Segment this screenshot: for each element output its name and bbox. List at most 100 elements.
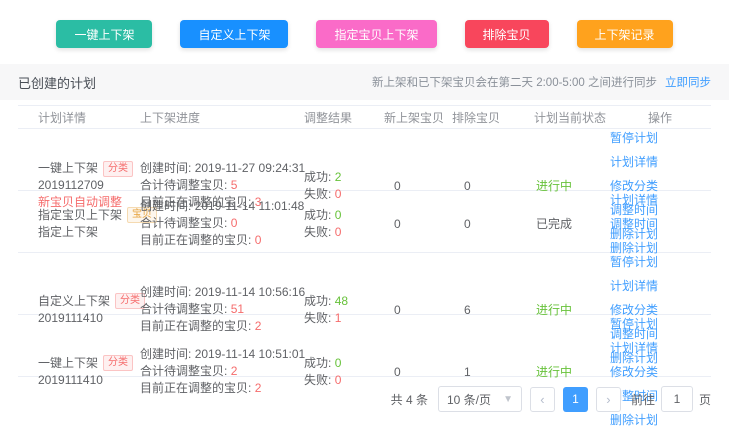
success-value: 0: [335, 208, 342, 222]
pause-plan-link[interactable]: 暂停计划: [610, 315, 658, 332]
updown-records-button[interactable]: 上下架记录: [577, 20, 673, 48]
edit-category-link[interactable]: 修改分类: [610, 363, 658, 380]
plan-id: 2019111410: [38, 310, 136, 327]
excluded-count: 0: [440, 179, 516, 193]
pagination: 共 4 条 10 条/页 ▼ ‹ 1 › 前往 页: [0, 386, 711, 412]
chevron-left-icon: ‹: [540, 392, 544, 407]
plan-detail-link[interactable]: 计划详情: [610, 277, 658, 294]
created-label: 创建时间:: [140, 161, 191, 175]
new-items-count: 0: [374, 217, 440, 231]
success-value: 48: [335, 294, 348, 308]
chevron-down-icon: ▼: [503, 394, 513, 405]
exclude-items-button[interactable]: 排除宝贝: [465, 20, 549, 48]
pending-value: 5: [231, 178, 238, 192]
pending-value: 2: [231, 364, 238, 378]
sync-now-link[interactable]: 立即同步: [665, 74, 711, 90]
header-plan-detail: 计划详情: [18, 109, 136, 126]
created-value: 2019-11-14 11:01:48: [195, 199, 305, 213]
page-size-select[interactable]: 10 条/页 ▼: [438, 386, 522, 412]
header-progress: 上下架进度: [136, 109, 296, 126]
header-new-items: 新上架宝贝: [374, 109, 440, 126]
panel-title: 已创建的计划: [18, 73, 96, 92]
success-label: 成功:: [304, 356, 331, 370]
adjusting-value: 2: [255, 319, 262, 333]
page-number-1[interactable]: 1: [563, 387, 588, 412]
excluded-count: 6: [440, 303, 516, 317]
fail-value: 0: [335, 187, 342, 201]
panel-header: 已创建的计划 新上架和已下架宝贝会在第二天 2:00-5:00 之间进行同步 立…: [0, 64, 729, 100]
created-value: 2019-11-27 09:24:31: [195, 161, 306, 175]
pause-plan-link[interactable]: 暂停计划: [610, 253, 658, 270]
adjusting-label: 目前正在调整的宝贝:: [140, 233, 251, 247]
excluded-count: 0: [440, 217, 516, 231]
toolbar: 一键上下架 自定义上下架 指定宝贝上下架 排除宝贝 上下架记录: [0, 0, 729, 48]
fail-label: 失败:: [304, 373, 331, 387]
header-excluded: 排除宝贝: [440, 109, 516, 126]
pending-value: 0: [231, 216, 238, 230]
status-badge: 已完成: [536, 217, 572, 231]
adjusting-value: 2: [255, 381, 262, 395]
prev-page-button[interactable]: ‹: [530, 387, 555, 412]
plan-detail-link[interactable]: 计划详情: [610, 339, 658, 356]
created-label: 创建时间:: [140, 285, 191, 299]
pending-value: 51: [231, 302, 244, 316]
page-size-value: 10 条/页: [447, 391, 491, 408]
adjusting-value: 0: [255, 233, 262, 247]
goto-label: 前往: [631, 391, 655, 408]
plan-tag: 分类: [103, 161, 133, 177]
total-count-label: 共 4 条: [391, 391, 428, 408]
header-actions: 操作: [596, 109, 711, 126]
sync-note: 新上架和已下架宝贝会在第二天 2:00-5:00 之间进行同步: [372, 74, 657, 90]
created-label: 创建时间:: [140, 347, 191, 361]
new-items-count: 0: [374, 179, 440, 193]
plan-id: 2019112709: [38, 177, 136, 194]
fail-label: 失败:: [304, 187, 331, 201]
plan-name: 自定义上下架: [38, 293, 110, 310]
success-value: 0: [335, 356, 342, 370]
status-badge: 进行中: [536, 179, 572, 193]
adjust-time-link[interactable]: 调整时间: [610, 215, 658, 232]
fail-value: 0: [335, 373, 342, 387]
plan-tag: 分类: [103, 355, 133, 371]
header-result: 调整结果: [296, 109, 374, 126]
new-items-count: 0: [374, 365, 440, 379]
custom-updown-button[interactable]: 自定义上下架: [180, 20, 288, 48]
plan-name: 指定宝贝上下架: [38, 207, 122, 224]
one-key-updown-button[interactable]: 一键上下架: [56, 20, 152, 48]
table-row: 一键上下架 分类 2019112709 新宝贝自动调整 创建时间: 2019-1…: [18, 129, 711, 191]
plan-id: 指定上下架: [38, 224, 136, 241]
next-page-button[interactable]: ›: [596, 387, 621, 412]
success-label: 成功:: [304, 170, 331, 184]
plan-name: 一键上下架: [38, 355, 98, 372]
pending-label: 合计待调整宝贝:: [140, 216, 227, 230]
plans-table: 计划详情 上下架进度 调整结果 新上架宝贝 排除宝贝 计划当前状态 操作 一键上…: [18, 105, 711, 377]
pending-label: 合计待调整宝贝:: [140, 178, 227, 192]
goto-page-input[interactable]: [661, 386, 693, 412]
status-badge: 进行中: [536, 303, 572, 317]
pending-label: 合计待调整宝贝:: [140, 302, 227, 316]
created-value: 2019-11-14 10:56:16: [195, 285, 306, 299]
fail-label: 失败:: [304, 311, 331, 325]
plan-detail-link[interactable]: 计划详情: [610, 191, 658, 208]
new-items-count: 0: [374, 303, 440, 317]
plan-name: 一键上下架: [38, 160, 98, 177]
adjusting-label: 目前正在调整的宝贝:: [140, 381, 251, 395]
header-status: 计划当前状态: [516, 109, 596, 126]
goto-suffix: 页: [699, 391, 711, 408]
plan-detail-link[interactable]: 计划详情: [610, 153, 658, 170]
specified-item-updown-button[interactable]: 指定宝贝上下架: [316, 20, 436, 48]
fail-value: 1: [335, 311, 342, 325]
adjusting-label: 目前正在调整的宝贝:: [140, 319, 251, 333]
fail-label: 失败:: [304, 225, 331, 239]
excluded-count: 1: [440, 365, 516, 379]
success-value: 2: [335, 170, 342, 184]
status-badge: 进行中: [536, 365, 572, 379]
table-row: 自定义上下架 分类 2019111410 创建时间: 2019-11-14 10…: [18, 253, 711, 315]
success-label: 成功:: [304, 294, 331, 308]
created-value: 2019-11-14 10:51:01: [195, 347, 306, 361]
pause-plan-link[interactable]: 暂停计划: [610, 129, 658, 146]
delete-plan-link[interactable]: 删除计划: [610, 411, 658, 428]
plan-id: 2019111410: [38, 372, 136, 389]
created-label: 创建时间:: [140, 199, 191, 213]
chevron-right-icon: ›: [606, 392, 610, 407]
